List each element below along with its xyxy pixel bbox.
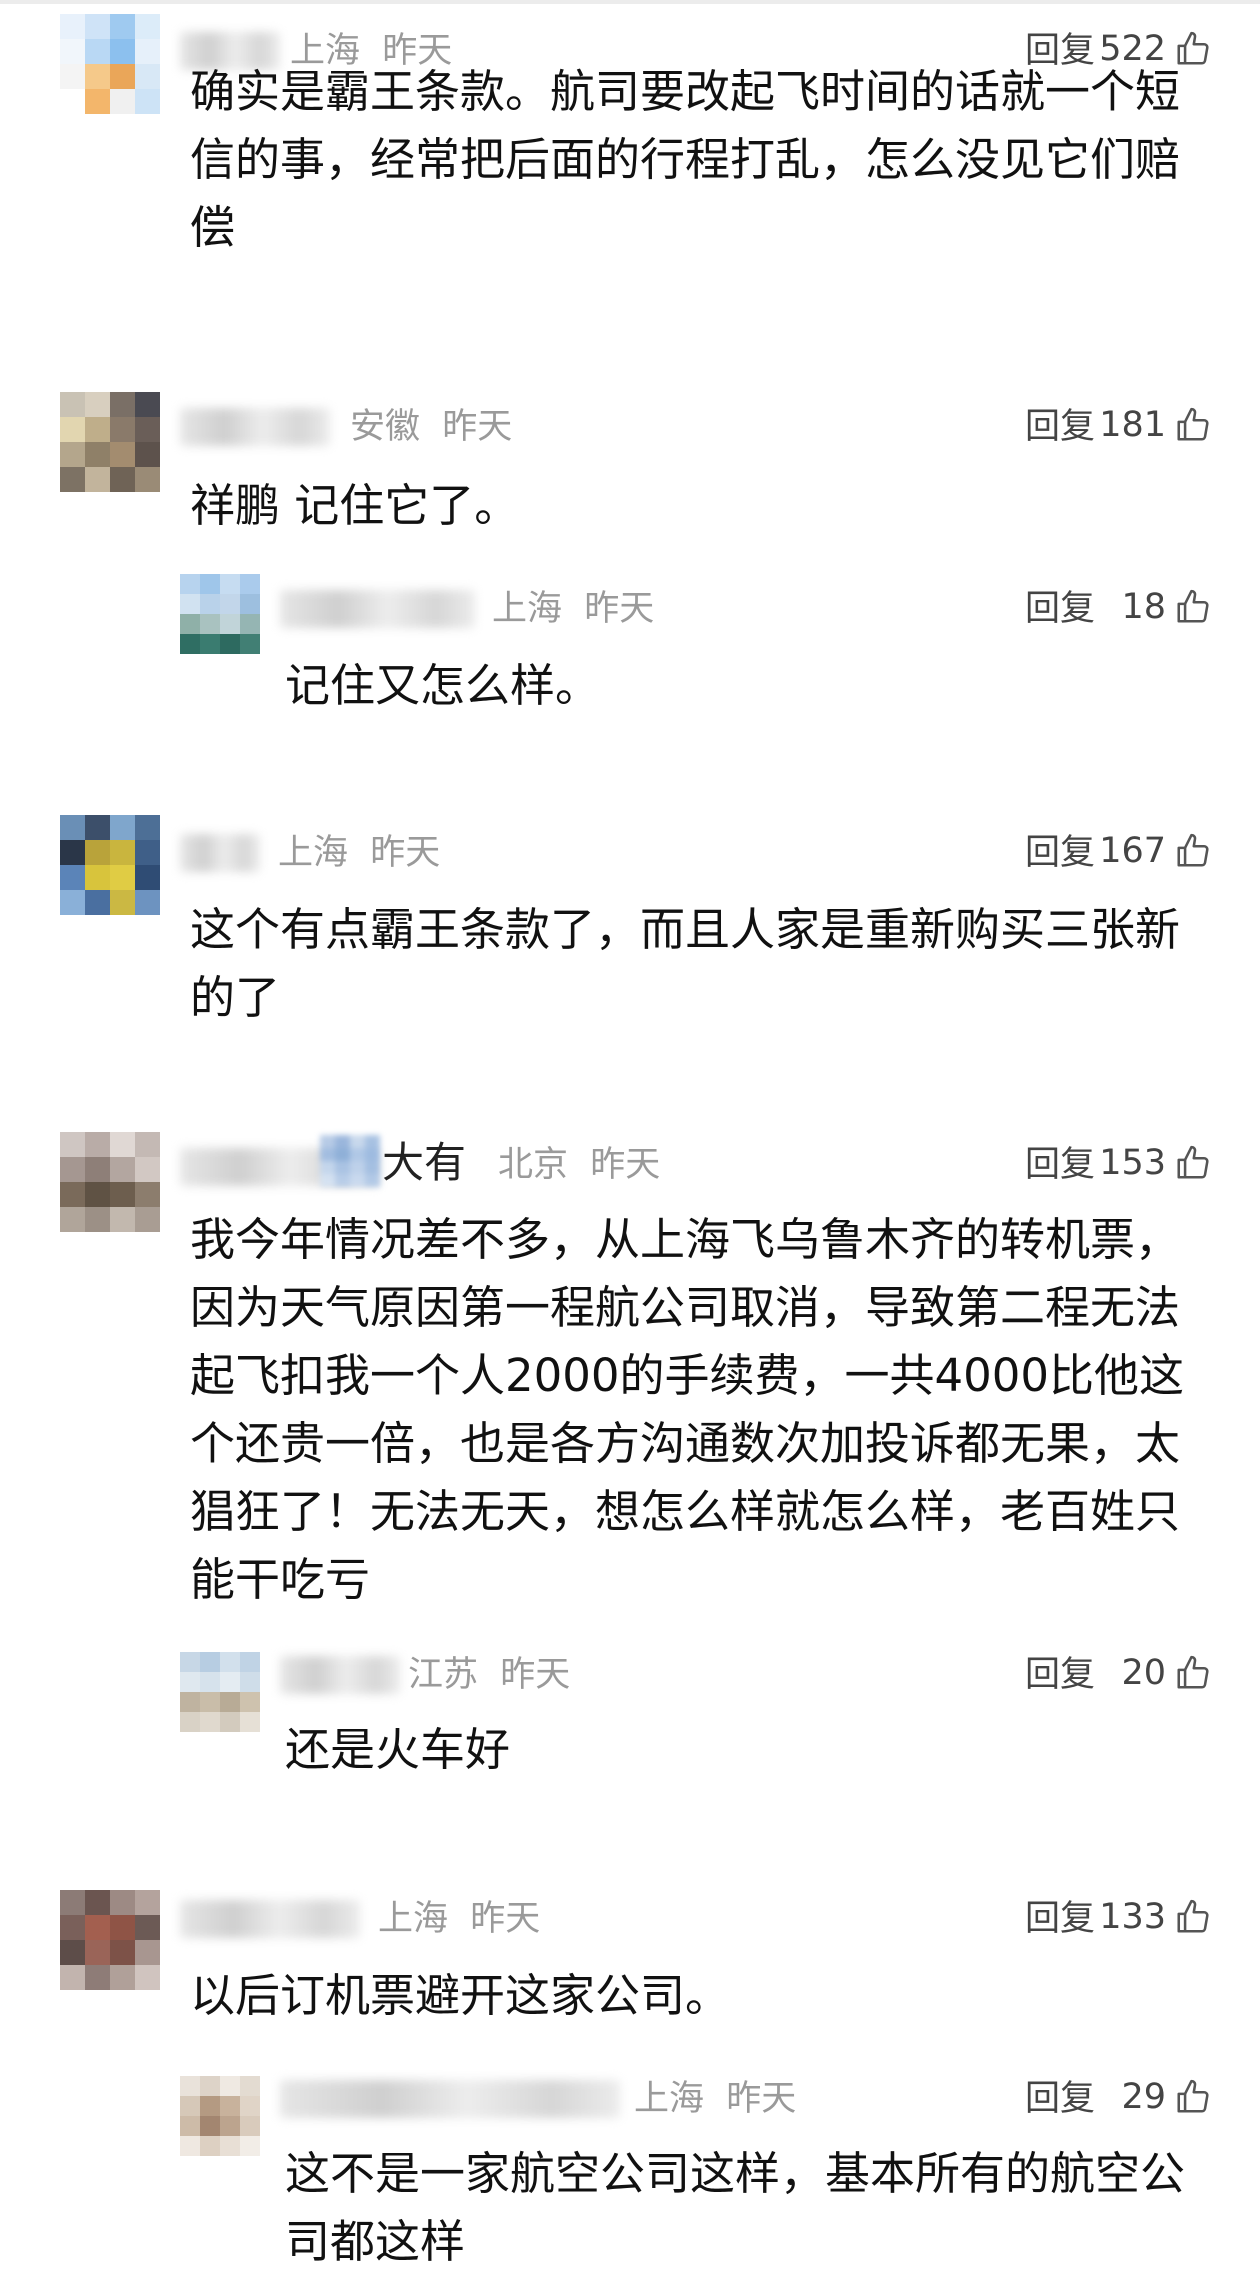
like-count: 167 xyxy=(1099,830,1166,871)
thumbs-up-icon xyxy=(1177,1145,1209,1179)
like-button[interactable]: 20 xyxy=(1121,1654,1212,1692)
location: 上海 xyxy=(634,2079,705,2119)
comment-meta: 上海 昨天 xyxy=(492,592,654,627)
thumbs-up-icon xyxy=(1177,407,1209,441)
location: 上海 xyxy=(492,589,563,629)
like-button[interactable]: 181 xyxy=(1099,406,1212,444)
like-count: 153 xyxy=(1099,1142,1166,1183)
reply-button[interactable]: 回复 xyxy=(1025,410,1095,445)
top-divider xyxy=(0,0,1260,4)
timestamp: 昨天 xyxy=(500,1655,571,1695)
comment-text: 这个有点霸王条款了，而且人家是重新购买三张新的了 xyxy=(190,903,1181,1024)
thumbs-up-icon xyxy=(1177,1899,1209,1933)
comment-text: 以后订机票避开这家公司。 xyxy=(190,1969,731,2022)
thumbs-up-icon xyxy=(1177,2079,1209,2113)
location: 上海 xyxy=(278,833,349,873)
location: 安徽 xyxy=(350,407,421,447)
reply-button[interactable]: 回复 xyxy=(1025,1148,1095,1183)
reply-button[interactable]: 回复 xyxy=(1025,1902,1095,1937)
avatar[interactable] xyxy=(180,2076,260,2156)
like-button[interactable]: 29 xyxy=(1121,2078,1212,2116)
username-blurred[interactable] xyxy=(280,2080,620,2118)
thumbs-up-icon xyxy=(1177,589,1209,623)
avatar[interactable] xyxy=(180,1652,260,1732)
like-count: 20 xyxy=(1121,1652,1166,1693)
comment-text: 我今年情况差不多，从上海飞乌鲁木齐的转机票，因为天气原因第一程航公司取消，导致第… xyxy=(190,1213,1185,1606)
like-button[interactable]: 18 xyxy=(1121,588,1212,626)
comment-meta: 上海 昨天 xyxy=(378,1902,540,1937)
username-blurred[interactable] xyxy=(280,1656,400,1694)
thumbs-up-icon xyxy=(1177,1655,1209,1689)
like-button[interactable]: 133 xyxy=(1099,1898,1212,1936)
like-count: 18 xyxy=(1121,586,1166,627)
like-button[interactable]: 153 xyxy=(1099,1144,1212,1182)
like-count: 29 xyxy=(1121,2076,1166,2117)
reply-button[interactable]: 回复 xyxy=(1025,1658,1095,1693)
comment-meta: 上海 昨天 xyxy=(278,836,440,871)
avatar[interactable] xyxy=(60,1132,160,1232)
timestamp: 昨天 xyxy=(442,407,513,447)
comment-meta: 北京 昨天 xyxy=(498,1148,660,1183)
timestamp: 昨天 xyxy=(726,2079,797,2119)
timestamp: 昨天 xyxy=(370,833,441,873)
like-count: 181 xyxy=(1099,404,1166,445)
avatar[interactable] xyxy=(60,392,160,492)
timestamp: 昨天 xyxy=(584,589,655,629)
comment-text: 这不是一家航空公司这样，基本所有的航空公司都这样 xyxy=(285,2147,1186,2268)
comment-meta: 安徽 昨天 xyxy=(350,410,512,445)
avatar[interactable] xyxy=(60,815,160,915)
timestamp: 昨天 xyxy=(470,1899,541,1939)
username-blurred[interactable] xyxy=(180,834,260,872)
comment-text: 祥鹏 记住它了。 xyxy=(190,479,520,532)
thumbs-up-icon xyxy=(1177,833,1209,867)
location: 江苏 xyxy=(408,1655,479,1695)
username-blurred[interactable] xyxy=(280,590,475,628)
avatar[interactable] xyxy=(60,1890,160,1990)
like-button[interactable]: 167 xyxy=(1099,832,1212,870)
comment-meta: 上海 昨天 xyxy=(634,2082,796,2117)
comment-text: 确实是霸王条款。航司要改起飞时间的话就一个短信的事，经常把后面的行程打乱，怎么没… xyxy=(190,65,1181,254)
reply-button[interactable]: 回复 xyxy=(1025,2082,1095,2117)
comment-meta: 江苏 昨天 xyxy=(408,1658,570,1693)
location: 上海 xyxy=(378,1899,449,1939)
avatar[interactable] xyxy=(180,574,260,654)
username-blurred[interactable] xyxy=(180,408,330,446)
username-blurred[interactable] xyxy=(180,1900,360,1938)
like-count: 133 xyxy=(1099,1896,1166,1937)
location: 北京 xyxy=(498,1145,569,1185)
username-suffix[interactable]: 大有 xyxy=(382,1142,466,1184)
comment-text: 记住又怎么样。 xyxy=(285,659,601,712)
name-emoji-blurred xyxy=(320,1135,380,1187)
reply-button[interactable]: 回复 xyxy=(1025,592,1095,627)
avatar[interactable] xyxy=(60,14,160,114)
comment-text: 还是火车好 xyxy=(285,1723,511,1776)
reply-button[interactable]: 回复 xyxy=(1025,836,1095,871)
timestamp: 昨天 xyxy=(590,1145,661,1185)
